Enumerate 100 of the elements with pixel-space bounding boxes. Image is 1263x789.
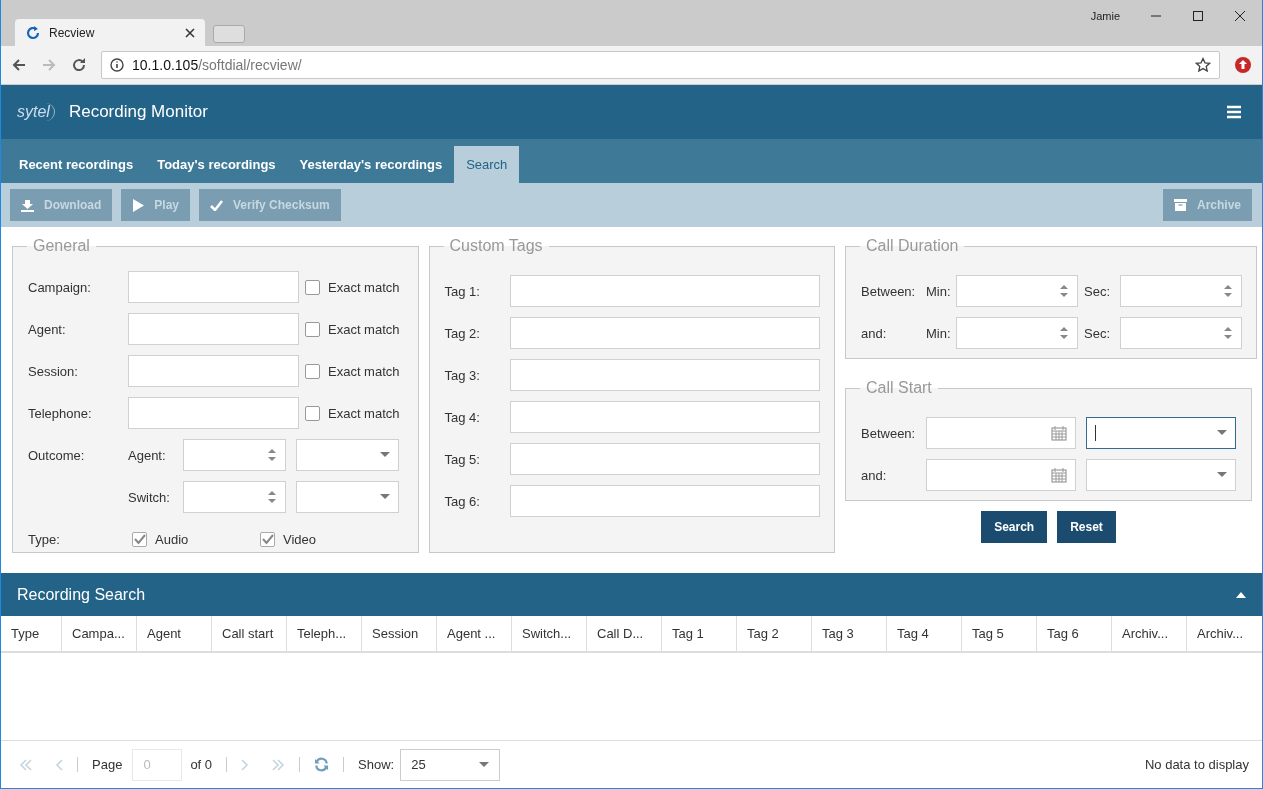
field-label: Min: (926, 325, 952, 341)
column-header[interactable]: Tag 5 (961, 616, 1036, 651)
url-text: 10.1.0.105/softdial/recview/ (132, 57, 302, 73)
text-input[interactable] (128, 313, 299, 345)
text-input[interactable] (128, 355, 299, 387)
field-label: Tag 2: (444, 325, 481, 341)
text-input[interactable] (509, 317, 820, 349)
text-input[interactable] (509, 401, 820, 433)
dropdown-caret-icon[interactable] (479, 761, 490, 768)
form-button[interactable]: Reset (1057, 511, 1116, 543)
extension-icon[interactable] (1234, 56, 1252, 74)
date-input[interactable] (926, 459, 1076, 491)
dropdown-caret-icon[interactable] (380, 494, 390, 500)
column-header[interactable]: Campa... (61, 616, 136, 651)
page-size-dropdown[interactable]: 25 (400, 748, 501, 781)
calendar-icon[interactable] (1051, 467, 1067, 483)
forward-arrow-icon[interactable] (41, 57, 57, 73)
column-header[interactable]: Session (361, 616, 436, 651)
menu-icon[interactable] (1226, 105, 1242, 119)
spinner-arrows-icon[interactable] (267, 489, 277, 505)
field-label: Campaign: (28, 279, 92, 295)
checkbox[interactable] (132, 531, 147, 547)
text-input[interactable] (128, 397, 299, 429)
close-icon[interactable] (1234, 10, 1246, 22)
page-count: of 0 (190, 757, 213, 772)
spinner-arrows-icon[interactable] (267, 447, 277, 463)
number-input[interactable] (956, 317, 1078, 349)
spinner-arrows-icon[interactable] (1223, 325, 1233, 341)
column-header[interactable]: Archiv... (1186, 616, 1261, 651)
play-icon (132, 198, 145, 212)
number-input[interactable] (1120, 317, 1242, 349)
profile-name[interactable]: Jamie (1090, 10, 1120, 22)
checkbox-label: Exact match (328, 363, 400, 379)
column-header[interactable]: Call start (211, 616, 286, 651)
checkbox[interactable] (305, 279, 320, 295)
field-label: Agent: (128, 447, 167, 463)
column-header[interactable]: Tag 2 (736, 616, 811, 651)
field-label: Type: (28, 531, 61, 547)
column-header[interactable]: Tag 6 (1036, 616, 1111, 651)
form-button[interactable]: Search (981, 511, 1048, 543)
browser-tab[interactable]: Recview (15, 19, 205, 46)
text-input[interactable] (509, 359, 820, 391)
column-header[interactable]: Tag 4 (886, 616, 961, 651)
checkbox[interactable] (305, 321, 320, 337)
archive-box-icon (1173, 199, 1187, 211)
number-input[interactable] (183, 481, 286, 513)
field-label: Switch: (128, 489, 171, 505)
text-input[interactable] (509, 275, 820, 307)
time-dropdown[interactable] (1086, 417, 1236, 449)
column-header[interactable]: Call D... (586, 616, 661, 651)
back-arrow-icon[interactable] (11, 57, 27, 73)
dropdown-caret-icon[interactable] (1217, 430, 1227, 436)
nav-tab[interactable]: Yesterday's recordings (287, 146, 455, 183)
column-header[interactable]: Agent ... (436, 616, 511, 651)
spinner-arrows-icon[interactable] (1059, 325, 1069, 341)
previous-page-icon[interactable] (55, 758, 63, 771)
field-label: Tag 4: (444, 409, 481, 425)
close-icon[interactable] (185, 27, 195, 38)
text-input[interactable] (128, 271, 299, 303)
checkbox[interactable] (305, 405, 320, 421)
field-label: Between: (861, 425, 917, 441)
checkbox[interactable] (260, 531, 275, 547)
column-header[interactable]: Archiv... (1111, 616, 1186, 651)
address-bar[interactable]: 10.1.0.105/softdial/recview/ (101, 51, 1220, 79)
field-label: Tag 5: (444, 451, 481, 467)
column-header[interactable]: Tag 3 (811, 616, 886, 651)
first-page-icon[interactable] (19, 758, 33, 771)
text-input[interactable] (509, 485, 820, 517)
column-header[interactable]: Agent (136, 616, 211, 651)
dropdown-caret-icon[interactable] (1217, 472, 1227, 478)
dropdown-caret-icon[interactable] (380, 452, 390, 458)
column-header[interactable]: Switch... (511, 616, 586, 651)
last-page-icon[interactable] (271, 758, 286, 771)
nav-tab[interactable]: Recent recordings (7, 146, 146, 183)
column-header[interactable]: Tag 1 (661, 616, 736, 651)
column-header[interactable]: Type (1, 616, 61, 651)
reload-icon[interactable] (71, 57, 87, 73)
date-input[interactable] (926, 417, 1076, 449)
field-label: and: (861, 325, 888, 341)
column-header[interactable]: Teleph... (286, 616, 361, 651)
field-label: Session: (28, 363, 79, 379)
nav-tab[interactable]: Today's recordings (145, 146, 288, 183)
field-label: Tag 6: (444, 493, 481, 509)
maximize-icon[interactable] (1192, 10, 1204, 22)
number-input[interactable] (183, 439, 286, 471)
field-label: Outcome: (28, 447, 86, 463)
number-input[interactable] (1120, 275, 1242, 307)
nav-tab[interactable]: Search (454, 146, 520, 183)
star-icon[interactable] (1195, 57, 1211, 73)
number-input[interactable] (956, 275, 1078, 307)
field-label: Between: (861, 283, 917, 299)
next-page-icon[interactable] (241, 758, 250, 771)
new-tab-button[interactable] (213, 25, 245, 43)
checkbox[interactable] (305, 363, 320, 379)
calendar-icon[interactable] (1051, 425, 1067, 441)
text-input[interactable] (509, 443, 820, 475)
collapse-caret-icon[interactable] (1236, 591, 1246, 598)
refresh-icon[interactable] (314, 757, 330, 772)
spinner-arrows-icon[interactable] (1059, 283, 1069, 299)
spinner-arrows-icon[interactable] (1223, 283, 1233, 299)
